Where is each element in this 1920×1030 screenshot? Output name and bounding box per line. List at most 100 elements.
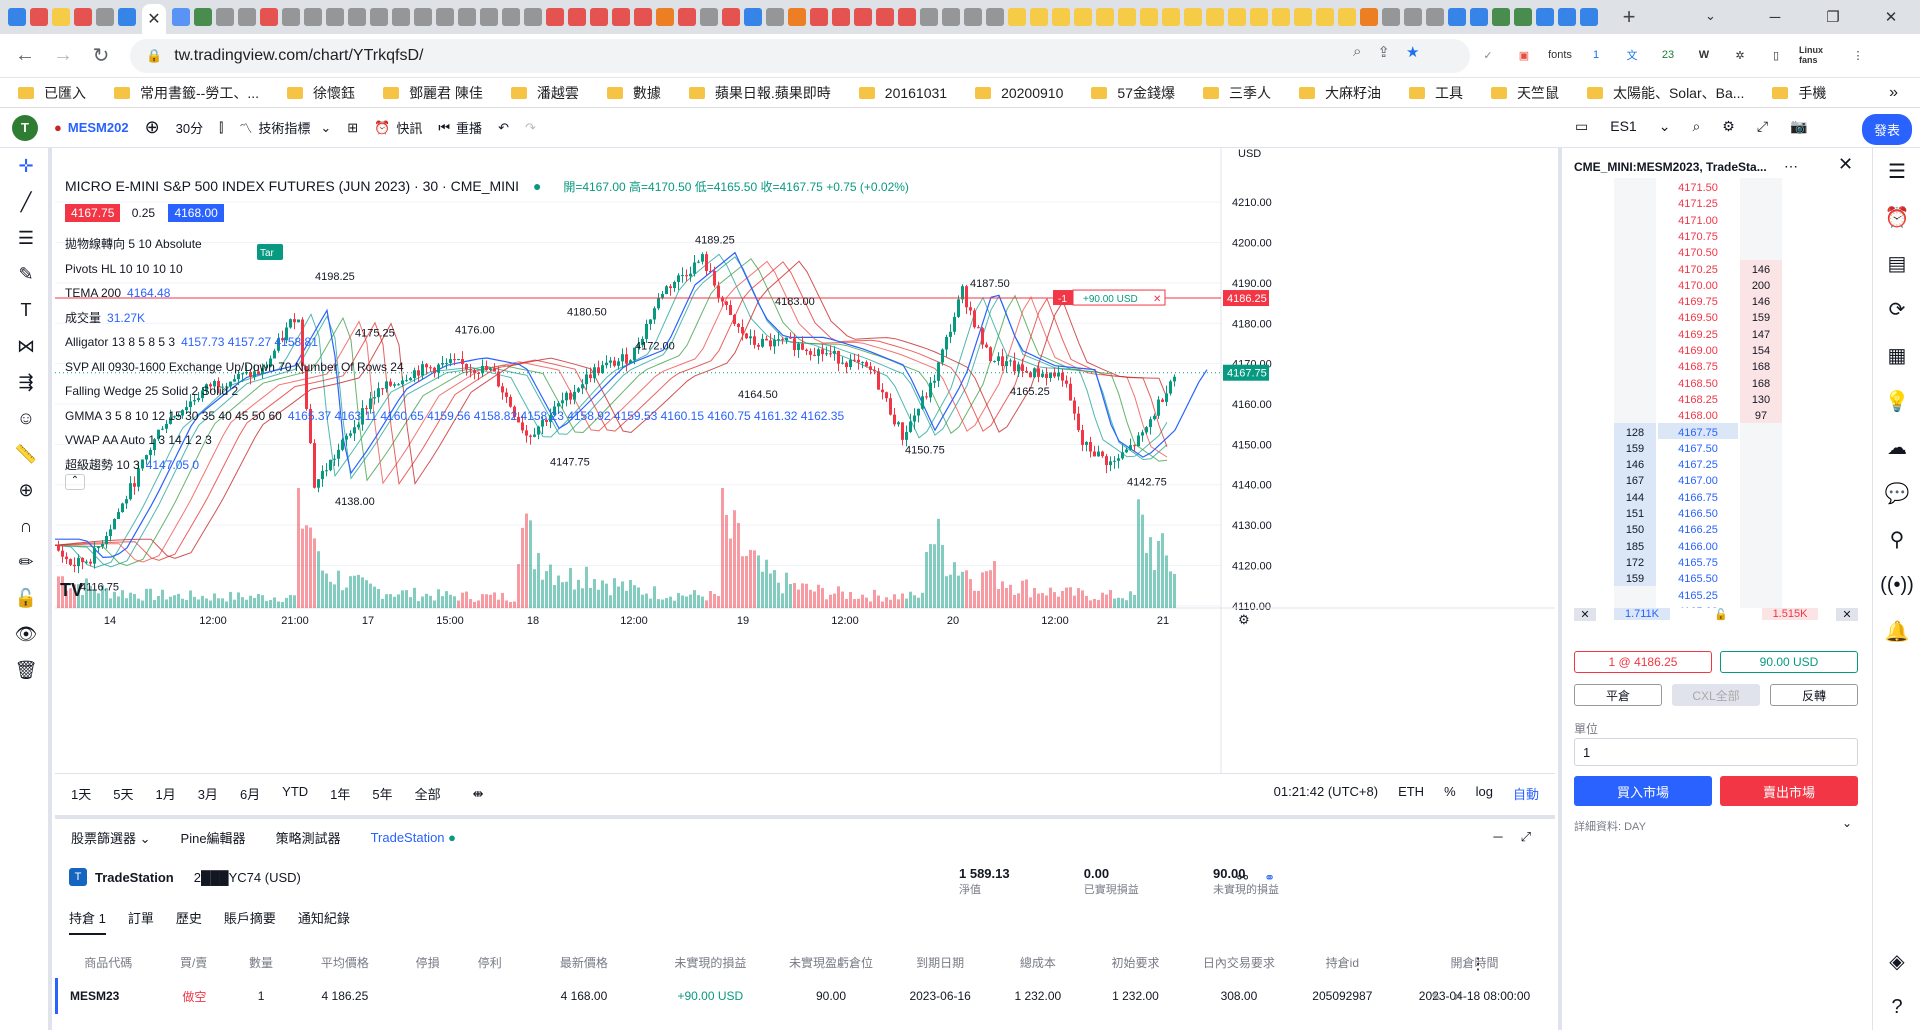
tab-favicon-icon[interactable] [1118, 8, 1136, 26]
layers-icon[interactable]: ◈ [1873, 938, 1920, 984]
ideas-icon[interactable]: 💡 [1873, 378, 1920, 424]
ruler-icon[interactable]: 📏 [0, 436, 52, 472]
bookmark-item[interactable]: 已匯入 [18, 83, 86, 103]
tab-favicon-icon[interactable] [1008, 8, 1026, 26]
date-range-icon[interactable]: ⇼ [473, 786, 484, 802]
collapse-legend-icon[interactable]: ⌃ [65, 474, 85, 490]
tab-favicon-icon[interactable] [1558, 8, 1576, 26]
tab-favicon-icon[interactable] [986, 8, 1004, 26]
cancel-asks-icon[interactable]: ✕ [1836, 608, 1858, 621]
text-icon[interactable]: T [0, 292, 52, 328]
chart-settings-icon[interactable]: ⚙ [1238, 612, 1250, 627]
column-header[interactable]: 未實現的損益 [647, 946, 773, 978]
tab-favicon-icon[interactable] [546, 8, 564, 26]
forecast-icon[interactable]: ⇶ [0, 364, 52, 400]
tab-favicon-icon[interactable] [1338, 8, 1356, 26]
tab-favicon-icon[interactable] [1426, 8, 1444, 26]
tab-favicon-icon[interactable] [172, 8, 190, 26]
column-header[interactable]: 到期日期 [888, 946, 991, 978]
bookmark-item[interactable]: 數據 [606, 83, 661, 103]
more-bookmarks-icon[interactable]: » [1889, 84, 1898, 102]
tab-favicon-icon[interactable] [1360, 8, 1378, 26]
bookmark-item[interactable]: 20161031 [858, 85, 947, 101]
column-header[interactable]: 日內交易要求 [1187, 946, 1290, 978]
range-button[interactable]: 1年 [330, 784, 350, 803]
table-row[interactable]: MESM23 做空 1 4 186.25 4 168.00 +90.00 USD 90.00… [56, 978, 1556, 1014]
tab-favicon-icon[interactable] [788, 8, 806, 26]
tab-favicon-icon[interactable] [744, 8, 762, 26]
bookmark-item[interactable]: 徐懷鈺 [287, 83, 355, 103]
bookmark-item[interactable]: 工具 [1408, 83, 1463, 103]
cancel-all-button[interactable]: CXL全部 [1672, 684, 1760, 706]
interval-button[interactable]: 30分 [176, 118, 203, 137]
object-tree-icon[interactable]: ▤ [1873, 240, 1920, 286]
tab-favicon-icon[interactable] [96, 8, 114, 26]
tab-favicon-icon[interactable] [1470, 8, 1488, 26]
range-button[interactable]: 5天 [113, 784, 133, 803]
tab-favicon-icon[interactable] [876, 8, 894, 26]
cancel-bids-icon[interactable]: ✕ [1574, 608, 1596, 621]
tab-favicon-icon[interactable] [1162, 8, 1180, 26]
column-header[interactable]: 持倉id [1291, 946, 1394, 978]
tab-favicon-icon[interactable] [1052, 8, 1070, 26]
dom-ladder[interactable]: 4171.50 4171.25 4171.00 4170.75 4170.50 4170.… [1562, 178, 1870, 608]
legend-item[interactable]: 超級趨勢 10 3 4147.05 0 [65, 453, 844, 478]
tab-favicon-icon[interactable] [414, 8, 432, 26]
bookmark-item[interactable]: 天竺鼠 [1490, 83, 1559, 103]
broadcast-icon[interactable]: ((•)) [1873, 562, 1920, 608]
column-header[interactable]: 數量 [229, 946, 293, 978]
tab-favicon-icon[interactable] [1316, 8, 1334, 26]
symbol-search[interactable]: ● MESM202 [54, 120, 129, 135]
legend-item[interactable]: GMMA 3 5 8 10 12 15 30 35 40 45 50 60 416… [65, 404, 844, 429]
buy-market-button[interactable]: 買入市場 [1574, 776, 1712, 806]
tab-favicon-icon[interactable] [1228, 8, 1246, 26]
tab-favicon-icon[interactable] [502, 8, 520, 26]
account-subtab[interactable]: 持倉 1 [69, 908, 106, 935]
chevron-down-icon[interactable]: ⌄ [1659, 118, 1671, 135]
back-button[interactable]: ← [6, 37, 44, 75]
tab-favicon-icon[interactable] [52, 8, 70, 26]
units-input[interactable]: 1 [1574, 738, 1858, 766]
tab-favicon-icon[interactable] [118, 8, 136, 26]
column-header[interactable]: 平均價格 [293, 946, 396, 978]
close-position-icon[interactable]: ✕ [1453, 990, 1463, 1004]
tab-favicon-icon[interactable] [942, 8, 960, 26]
tab-favicon-icon[interactable] [30, 8, 48, 26]
account-subtab[interactable]: 通知紀錄 [298, 908, 350, 935]
search-icon[interactable]: ⌕ [1692, 118, 1700, 135]
forward-button[interactable]: → [44, 37, 82, 75]
legend-item[interactable]: VWAP AA Auto 1 3 14 1 2 3 [65, 428, 844, 453]
tab-favicon-icon[interactable] [1096, 8, 1114, 26]
help-icon[interactable]: ? [1873, 984, 1920, 1030]
tab-favicon-icon[interactable] [832, 8, 850, 26]
legend-item[interactable]: 拋物線轉向 5 10 Absolute [65, 232, 844, 257]
puzzle-icon[interactable]: ✲ [1727, 42, 1753, 68]
share-icon[interactable]: ⇪ [1377, 43, 1390, 61]
tab-favicon-icon[interactable] [1030, 8, 1048, 26]
tab-favicon-icon[interactable] [766, 8, 784, 26]
bookmark-item[interactable]: 潘越雲 [510, 83, 579, 103]
zoom-icon[interactable]: ⌕ [1353, 43, 1361, 61]
fib-icon[interactable]: ☰ [0, 220, 52, 256]
avatar[interactable]: T [12, 114, 38, 141]
bookmark-item[interactable]: 57金錢爆 [1091, 83, 1175, 103]
minimize-panel-icon[interactable]: ─ [1493, 829, 1502, 845]
account-subtab[interactable]: 訂單 [128, 908, 154, 935]
fonts-extension[interactable]: fonts [1547, 42, 1573, 68]
trash-icon[interactable]: 🗑 [0, 652, 52, 688]
emoji-icon[interactable]: ☺ [0, 400, 52, 436]
tab-favicon-icon[interactable] [326, 8, 344, 26]
maximize-panel-icon[interactable]: ⤢ [1521, 829, 1531, 845]
tab-favicon-icon[interactable] [1294, 8, 1312, 26]
tab-favicon-icon[interactable] [480, 8, 498, 26]
more-icon[interactable]: ⋮ [1470, 954, 1486, 974]
check-icon[interactable]: ✓ [1475, 42, 1501, 68]
tab-favicon-icon[interactable] [1382, 8, 1400, 26]
tab-favicon-icon[interactable] [920, 8, 938, 26]
log-toggle[interactable]: log [1476, 784, 1493, 803]
tab-pine-editor[interactable]: Pine編輯器 [181, 828, 246, 847]
column-header[interactable]: 未實現盈虧倉位 [774, 946, 889, 978]
menu-icon[interactable]: ⋮ [1845, 42, 1871, 68]
layout-select-icon[interactable]: ▭ [1575, 118, 1588, 135]
tab-favicon-icon[interactable] [700, 8, 718, 26]
